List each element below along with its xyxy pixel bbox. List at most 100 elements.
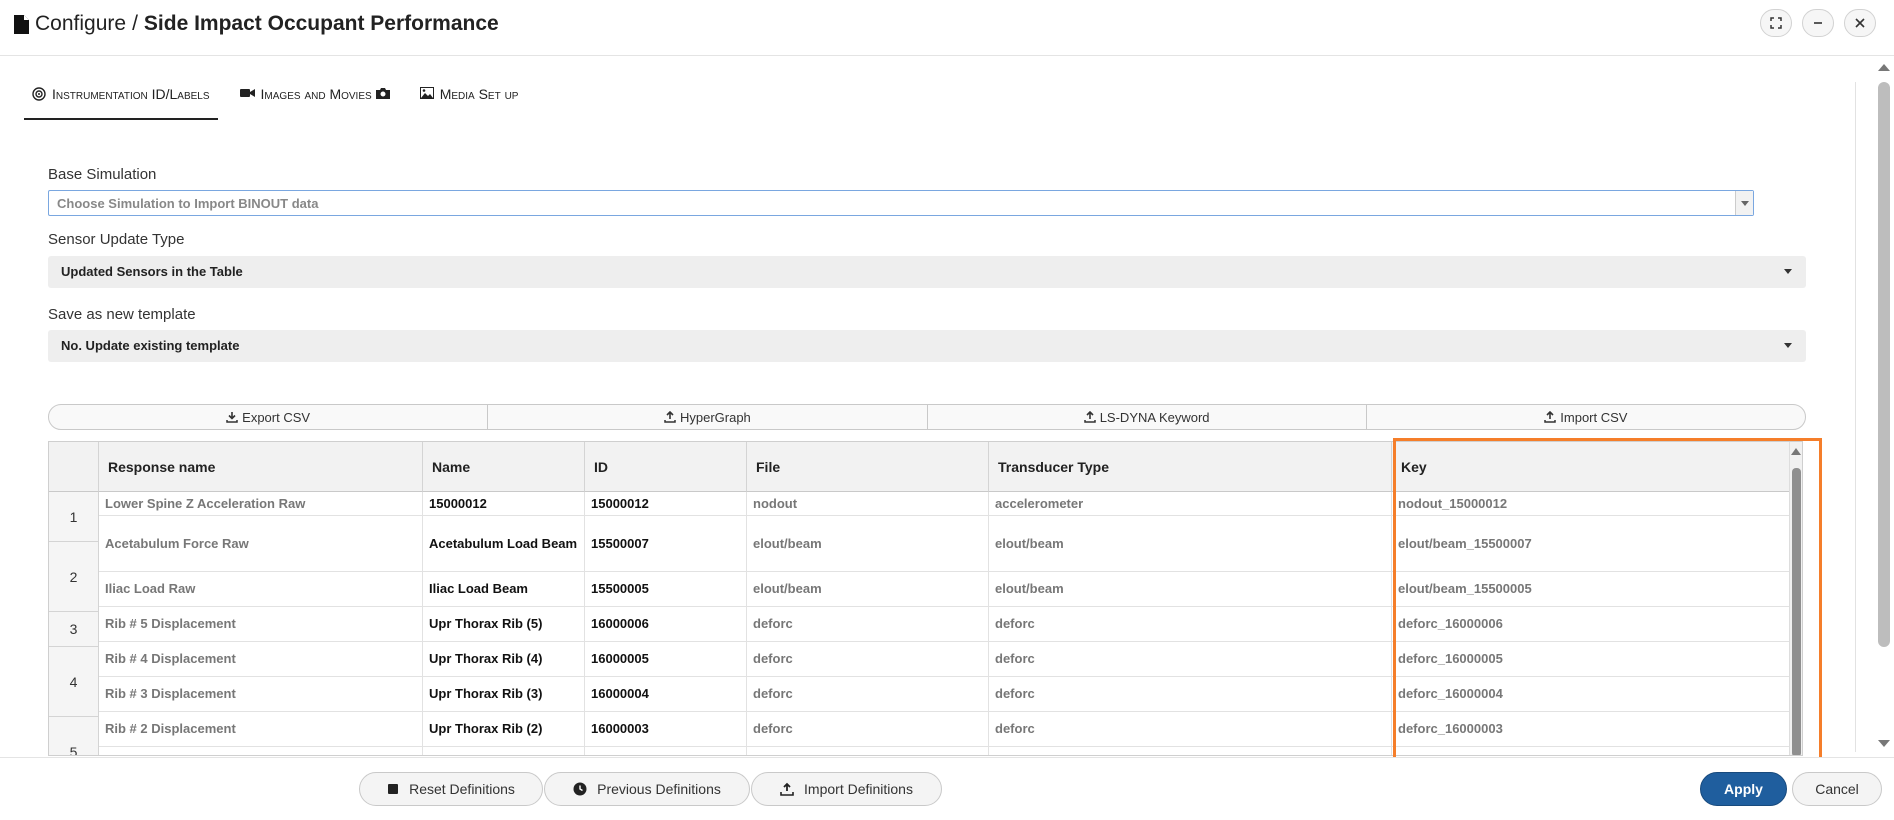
sensor-table: Response name Name ID File Transducer Ty… [48,441,1803,756]
cell-partial [585,747,747,755]
scroll-down-icon[interactable] [1878,740,1890,747]
cell-id[interactable]: 15500005 [585,572,747,607]
minimize-icon [1814,22,1822,24]
cell-id[interactable]: 16000004 [585,677,747,712]
button-label: HyperGraph [679,409,751,425]
cell-response-name[interactable]: Lower Spine Z Acceleration Raw [99,492,423,516]
page-scrollbar[interactable] [1874,60,1894,760]
column-header-response-name[interactable]: Response name [99,442,423,492]
cell-file[interactable]: deforc [747,642,989,677]
cell-name[interactable]: Upr Thorax Rib (3) [423,677,585,712]
save-template-select[interactable]: No. Update existing template [48,330,1806,362]
tab-images-movies[interactable]: Images and Movies [232,78,398,120]
cell-transducer-type[interactable]: accelerometer [989,492,1392,516]
cell-response-name[interactable]: Iliac Load Raw [99,572,423,607]
sensor-update-select[interactable]: Updated Sensors in the Table [48,256,1806,288]
ls-dyna-keyword-button[interactable]: LS-DYNA Keyword [928,405,1367,429]
cell-transducer-type[interactable]: elout/beam [989,516,1392,572]
cell-file[interactable]: deforc [747,607,989,642]
save-template-value: No. Update existing template [61,338,240,353]
scroll-up-icon[interactable] [1791,448,1801,455]
import-csv-button[interactable]: Import CSV [1367,405,1805,429]
page-scrollbar-thumb[interactable] [1878,82,1890,647]
button-label: Import CSV [1560,409,1628,425]
tab-media-setup[interactable]: Media Set up [412,78,527,120]
row-number: 2 [49,542,99,612]
cell-key[interactable]: elout/beam_15500005 [1392,572,1791,607]
camera-icon [375,88,390,99]
stop-icon [388,784,399,794]
tab-instrumentation[interactable]: Instrumentation ID/Labels [24,78,218,120]
cell-name[interactable]: Upr Thorax Rib (2) [423,712,585,747]
cell-file[interactable]: elout/beam [747,516,989,572]
cell-response-name[interactable]: Rib # 4 Displacement [99,642,423,677]
cell-response-name[interactable]: Rib # 2 Displacement [99,712,423,747]
cell-transducer-type[interactable]: deforc [989,677,1392,712]
cell-response-name[interactable]: Rib # 5 Displacement [99,607,423,642]
cell-file[interactable]: deforc [747,677,989,712]
row-number: 5 [49,717,99,755]
cell-key[interactable]: nodout_15000012 [1392,492,1791,516]
minimize-button[interactable] [1802,9,1834,37]
scroll-up-icon[interactable] [1878,64,1890,71]
window-title: Configure / Side Impact Occupant Perform… [14,12,499,36]
column-header-name[interactable]: Name [423,442,585,492]
cancel-button[interactable]: Cancel [1792,772,1882,806]
cell-id[interactable]: 15500007 [585,516,747,572]
breadcrumb[interactable]: Configure [35,12,126,36]
cell-partial [747,747,989,755]
close-icon [1855,18,1865,28]
hypergraph-button[interactable]: HyperGraph [488,405,928,429]
cell-file[interactable]: deforc [747,712,989,747]
cell-transducer-type[interactable]: deforc [989,712,1392,747]
tab-label: Instrumentation ID/Labels [52,86,210,102]
cell-transducer-type[interactable]: elout/beam [989,572,1392,607]
cell-response-name[interactable]: Rib # 3 Displacement [99,677,423,712]
reset-definitions-button[interactable]: Reset Definitions [359,772,543,806]
cell-id[interactable]: 15000012 [585,492,747,516]
cell-response-name[interactable]: Acetabulum Force Raw [99,516,423,572]
button-label: Reset Definitions [409,781,515,797]
cell-transducer-type[interactable]: deforc [989,607,1392,642]
cell-name[interactable]: 15000012 [423,492,585,516]
cell-key[interactable]: deforc_16000004 [1392,677,1791,712]
apply-button[interactable]: Apply [1700,772,1787,806]
upload-icon [780,782,794,796]
table-scrollbar[interactable] [1789,442,1802,755]
row-number-header [49,442,99,492]
expand-button[interactable] [1760,9,1792,37]
cell-file[interactable]: elout/beam [747,572,989,607]
column-header-id[interactable]: ID [585,442,747,492]
close-button[interactable] [1844,9,1876,37]
action-button-bar: Export CSV HyperGraph LS-DYNA Keyword Im… [48,404,1806,430]
cell-name[interactable]: Upr Thorax Rib (4) [423,642,585,677]
upload-icon [1083,411,1096,423]
video-camera-icon [239,89,255,97]
cell-name[interactable]: Upr Thorax Rib (5) [423,607,585,642]
base-simulation-combobox[interactable]: Choose Simulation to Import BINOUT data [48,190,1754,216]
cell-id[interactable]: 16000003 [585,712,747,747]
previous-definitions-button[interactable]: Previous Definitions [544,772,750,806]
column-header-file[interactable]: File [747,442,989,492]
cell-id[interactable]: 16000005 [585,642,747,677]
table-scrollbar-thumb[interactable] [1792,468,1801,755]
cell-name[interactable]: Iliac Load Beam [423,572,585,607]
cell-name[interactable]: Acetabulum Load Beam [423,516,585,572]
panel-divider [1855,82,1856,752]
cell-file[interactable]: nodout [747,492,989,516]
cell-key[interactable]: deforc_16000006 [1392,607,1791,642]
cell-transducer-type[interactable]: deforc [989,642,1392,677]
base-simulation-label: Base Simulation [48,166,157,183]
cell-id[interactable]: 16000006 [585,607,747,642]
export-csv-button[interactable]: Export CSV [49,405,489,429]
tab-bar: Instrumentation ID/Labels Images and Mov… [24,78,540,120]
cell-key[interactable]: elout/beam_15500007 [1392,516,1791,572]
cell-partial [99,747,423,755]
cell-key[interactable]: deforc_16000003 [1392,712,1791,747]
column-header-key[interactable]: Key [1392,442,1791,492]
column-header-transducer-type[interactable]: Transducer Type [989,442,1392,492]
expand-icon [1770,17,1782,29]
import-definitions-button[interactable]: Import Definitions [751,772,942,806]
cell-key[interactable]: deforc_16000005 [1392,642,1791,677]
combobox-arrow[interactable] [1735,191,1753,215]
